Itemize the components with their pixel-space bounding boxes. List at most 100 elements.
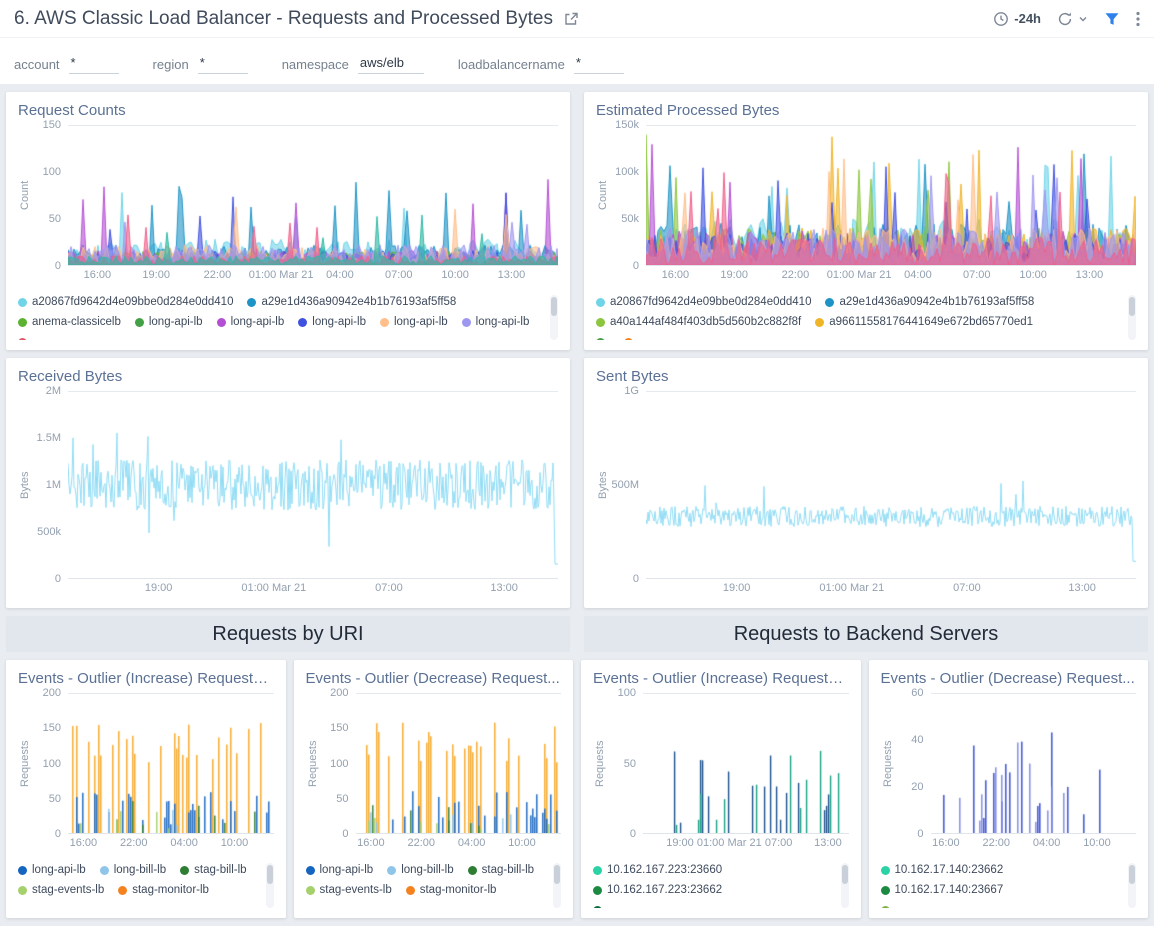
y-tick: 200 [330,687,348,699]
x-tick: 19:00 [145,582,173,594]
time-range-label: -24h [1014,11,1041,26]
legend-item[interactable]: long-api-lb [217,316,285,328]
legend-item-label: long-api-lb [394,316,448,328]
legend-item[interactable] [18,338,32,341]
y-tick: 1G [624,385,639,397]
legend-item[interactable]: 10.162.167.223:23660 [593,864,722,876]
legend-item[interactable]: long-api-lb [462,316,530,328]
legend-item[interactable] [881,906,895,909]
legend-scrollbar[interactable] [550,295,558,340]
filter-region-input[interactable]: * [198,55,248,74]
legend-item[interactable] [593,906,607,909]
legend-item-label: stag-monitor-lb [420,884,497,896]
chart-request-counts: Count 150100500 [18,125,558,266]
y-axis-title: Requests [881,693,895,834]
chart-canvas [646,392,1136,578]
legend-item[interactable]: a96611558176441649e672bd65770ed1 [815,316,1033,328]
dashboard-title: 6. AWS Classic Load Balancer - Requests … [14,8,553,30]
y-tick: 0 [55,573,61,585]
legend-item[interactable] [596,338,610,341]
legend-color-dot [18,338,27,341]
legend-item[interactable]: stag-bill-lb [180,864,246,876]
legend-item[interactable]: stag-events-lb [18,884,104,896]
legend-item[interactable]: a20867fd9642d4e09bbe0d284e0dd410 [596,296,811,308]
plot-area[interactable] [68,125,558,266]
legend-color-dot [380,318,389,327]
legend-item[interactable]: 10.162.167.223:23662 [593,884,722,896]
y-axis-title: Bytes [596,391,610,579]
chart-received-bytes: Bytes 2M1.5M1M500k0 [18,391,558,579]
legend-item[interactable]: long-api-lb [306,864,374,876]
legend-item[interactable]: long-api-lb [298,316,366,328]
legend-item[interactable]: anema-classicelb [18,316,121,328]
legend: long-api-lb long-bill-lb stag-bill-lb stag-… [306,863,562,908]
legend-scrollbar[interactable] [553,863,561,908]
legend-item[interactable]: a29e1d436a90942e4b1b76193af5ff58 [825,296,1034,308]
legend-item[interactable]: a40a144af484f403db5d560b2c882f8f [596,316,801,328]
chart-events-outlier-decrease-uri: Requests 200150100500 [306,693,562,834]
section-band-requests-to-backend-servers: Requests to Backend Servers [584,616,1148,652]
legend-color-dot [881,866,890,875]
refresh-button[interactable] [1057,11,1088,27]
time-range-button[interactable]: -24h [993,11,1041,27]
legend-item[interactable]: a20867fd9642d4e09bbe0d284e0dd410 [18,296,233,308]
legend-color-dot [596,318,605,327]
plot-area[interactable] [643,693,849,834]
x-tick: 10:00 [1019,269,1047,281]
legend-color-dot [815,318,824,327]
plot-area[interactable] [356,693,562,834]
panel-title: Received Bytes [18,368,558,385]
plot-area[interactable] [68,693,274,834]
legend-item[interactable]: 10.162.17.140:23662 [881,864,1004,876]
legend-scrollbar[interactable] [1128,295,1136,340]
plot-area[interactable] [931,693,1137,834]
panel-row-1: Request Counts Count 150100500 16:0019:0… [6,92,1148,350]
legend-item[interactable]: long-api-lb [380,316,448,328]
legend-item[interactable]: a29e1d436a90942e4b1b76193af5ff58 [247,296,456,308]
plot-area[interactable] [68,391,558,579]
filter-region: region * [153,55,248,74]
filter-account-input[interactable]: * [69,55,119,74]
x-tick: 16:00 [70,837,98,849]
panel-title: Request Counts [18,102,558,119]
legend-item[interactable]: stag-monitor-lb [118,884,209,896]
legend-item[interactable]: stag-monitor-lb [406,884,497,896]
legend-color-dot [881,886,890,895]
y-tick: 50 [624,758,636,770]
x-tick: 04:00 [1033,837,1061,849]
legend-item[interactable]: long-bill-lb [387,864,453,876]
y-axis: 100500 [607,693,643,834]
legend-item[interactable] [624,338,638,341]
y-tick: 0 [55,828,61,840]
plot-area[interactable] [646,125,1136,266]
legend-item-label: long-bill-lb [114,864,166,876]
y-tick: 20 [911,781,923,793]
filter-loadbalancername-input[interactable]: * [574,55,624,74]
legend-rows: 10.162.17.140:23662 10.162.17.140:23667 [881,863,1121,908]
legend-scrollbar[interactable] [1128,863,1136,908]
share-icon[interactable] [563,11,579,27]
filter-namespace-input[interactable]: aws/elb [358,55,424,74]
more-menu-button[interactable] [1136,11,1140,27]
legend-item[interactable]: long-api-lb [135,316,203,328]
legend-item-label: 10.162.167.223:23662 [607,884,722,896]
filter-label: loadbalancername [458,57,565,74]
filter-button[interactable] [1104,11,1120,27]
plot-area[interactable] [646,391,1136,579]
legend-item[interactable]: stag-bill-lb [468,864,534,876]
legend-scrollbar[interactable] [841,863,849,908]
legend-item-label: a20867fd9642d4e09bbe0d284e0dd410 [32,296,233,308]
x-tick: 16:00 [357,837,385,849]
y-axis: 150k100k50k0 [610,125,646,266]
legend-item[interactable]: long-api-lb [18,864,86,876]
legend-scrollbar[interactable] [266,863,274,908]
legend-rows: a20867fd9642d4e09bbe0d284e0dd410 a29e1d43… [18,295,542,340]
x-tick: 07:00 [765,837,793,849]
chart-canvas [356,694,562,833]
y-tick: 1M [46,479,61,491]
legend-item[interactable]: stag-events-lb [306,884,392,896]
chevron-down-icon [1078,14,1088,24]
legend-item[interactable]: long-bill-lb [100,864,166,876]
legend-item[interactable]: 10.162.17.140:23667 [881,884,1004,896]
x-tick: 01:00 Mar 21 [827,269,892,281]
